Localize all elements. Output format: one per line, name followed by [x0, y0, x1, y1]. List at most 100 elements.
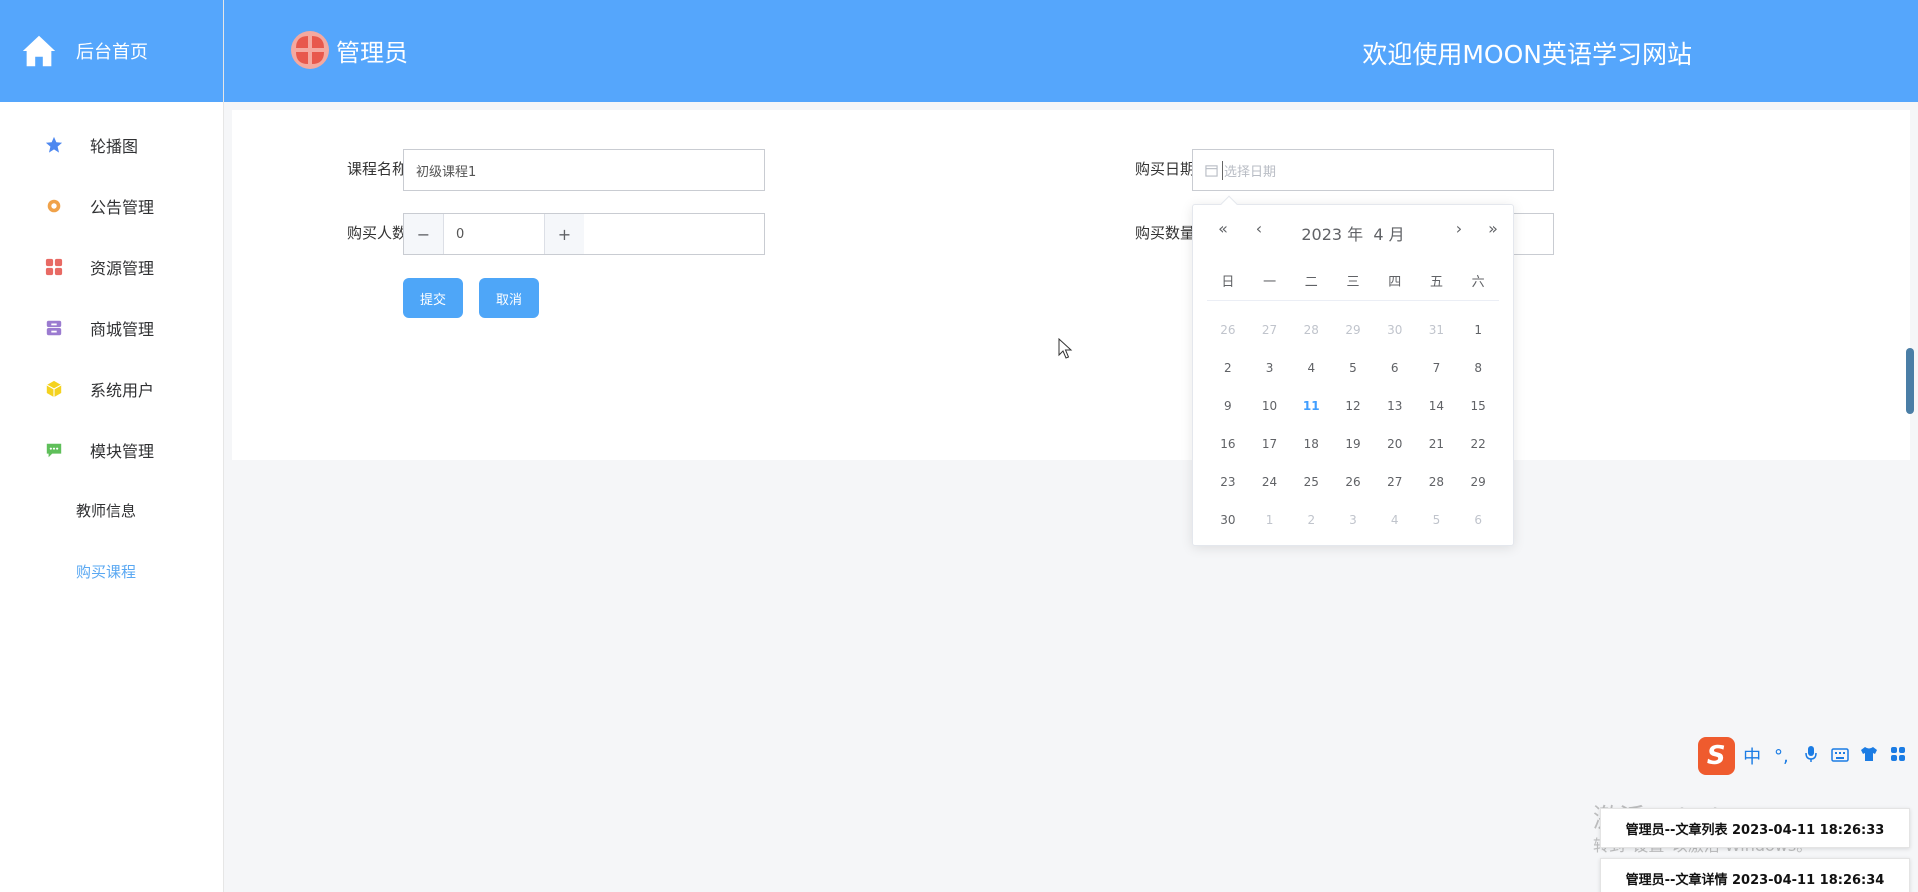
calendar-day[interactable]: 25	[1290, 463, 1332, 501]
ime-toolbar: S 中 °,	[1698, 736, 1918, 776]
calendar-day[interactable]: 3	[1332, 501, 1374, 539]
submit-button[interactable]: 提交	[403, 278, 463, 318]
calendar-day[interactable]: 6	[1457, 501, 1499, 539]
apps-icon[interactable]	[1889, 746, 1908, 767]
calendar-day[interactable]: 7	[1416, 349, 1458, 387]
calendar-day[interactable]: 21	[1416, 425, 1458, 463]
sidebar-item-label: 系统用户	[90, 380, 155, 400]
calendar-day[interactable]: 26	[1207, 311, 1249, 349]
keyboard-icon[interactable]	[1830, 746, 1849, 767]
ime-mode-toggle[interactable]: 中	[1743, 743, 1762, 769]
increment-button[interactable]: +	[544, 214, 584, 254]
calendar-day[interactable]: 30	[1374, 311, 1416, 349]
calendar-day[interactable]: 23	[1207, 463, 1249, 501]
calendar-day[interactable]: 16	[1207, 425, 1249, 463]
sidebar-item-announcements[interactable]: 公告管理	[0, 175, 223, 236]
calendar-day[interactable]: 2	[1207, 349, 1249, 387]
calendar-icon	[1205, 164, 1218, 177]
date-input[interactable]: 选择日期	[1192, 149, 1554, 191]
buyers-stepper: − 0 +	[403, 213, 765, 255]
shirt-icon[interactable]	[1860, 746, 1879, 767]
calendar-day[interactable]: 18	[1290, 425, 1332, 463]
sidebar-item-teachers[interactable]: 教师信息	[0, 480, 223, 541]
calendar-day[interactable]: 28	[1416, 463, 1458, 501]
notification-toast[interactable]: 管理员--文章列表 2023-04-11 18:26:33	[1600, 808, 1910, 848]
grid-icon	[44, 257, 64, 277]
sidebar-item-label: 教师信息	[76, 502, 137, 520]
archive-icon	[44, 318, 64, 338]
top-header: 管理员 欢迎使用MOON英语学习网站	[224, 0, 1918, 102]
calendar-day[interactable]: 20	[1374, 425, 1416, 463]
weekday-label: 三	[1346, 275, 1360, 290]
date-picker-panel: « ‹ 2023 年 4 月 › » 日 一 二 三 四 五 六 26 27 28 2…	[1192, 195, 1514, 546]
notification-toast[interactable]: 管理员--文章详情 2023-04-11 18:26:34	[1600, 858, 1910, 892]
sidebar-item-shop[interactable]: 商城管理	[0, 297, 223, 358]
user-label: 管理员	[336, 38, 408, 67]
calendar-day[interactable]: 12	[1332, 387, 1374, 425]
sidebar-item-label: 模块管理	[90, 441, 155, 461]
calendar-day[interactable]: 3	[1249, 349, 1291, 387]
cancel-button[interactable]: 取消	[479, 278, 539, 318]
calendar-day[interactable]: 29	[1457, 463, 1499, 501]
sidebar-menu: 轮播图 公告管理 资源管理 商城管理 系统用户 模块管理 教师信息 购买课程	[0, 102, 223, 602]
calendar-day[interactable]: 22	[1457, 425, 1499, 463]
sidebar-brand[interactable]: 后台首页	[0, 0, 223, 102]
calendar-day[interactable]: 14	[1416, 387, 1458, 425]
calendar-day[interactable]: 5	[1332, 349, 1374, 387]
sogou-logo-icon[interactable]: S	[1698, 737, 1735, 775]
brand-label: 后台首页	[76, 42, 148, 63]
chat-icon	[44, 440, 64, 460]
calendar-day[interactable]: 4	[1290, 349, 1332, 387]
calendar-day[interactable]: 27	[1249, 311, 1291, 349]
calendar-day[interactable]: 24	[1249, 463, 1291, 501]
user-menu[interactable]: 管理员	[290, 30, 408, 70]
sidebar-item-users[interactable]: 系统用户	[0, 358, 223, 419]
calendar-day[interactable]: 30	[1207, 501, 1249, 539]
calendar-days-grid: 26 27 28 29 30 31 1 2 3 4 5 6 7 8 9 10 11 12 13 14 15 16 17 18 1…	[1207, 311, 1499, 539]
calendar-day[interactable]: 29	[1332, 311, 1374, 349]
weekday-label: 二	[1304, 275, 1318, 290]
sidebar-item-buy-course[interactable]: 购买课程	[0, 541, 223, 602]
calendar-day[interactable]: 27	[1374, 463, 1416, 501]
calendar-day[interactable]: 5	[1416, 501, 1458, 539]
calendar-day[interactable]: 6	[1374, 349, 1416, 387]
calendar-day[interactable]: 10	[1249, 387, 1291, 425]
calendar-day[interactable]: 1	[1457, 311, 1499, 349]
calendar-day[interactable]: 19	[1332, 425, 1374, 463]
calendar-day[interactable]: 31	[1416, 311, 1458, 349]
sidebar-item-label: 商城管理	[90, 319, 155, 339]
calendar-day[interactable]: 9	[1207, 387, 1249, 425]
calendar-day[interactable]: 15	[1457, 387, 1499, 425]
calendar-day[interactable]: 28	[1290, 311, 1332, 349]
weekday-label: 日	[1221, 275, 1235, 290]
sidebar-item-carousel[interactable]: 轮播图	[0, 114, 223, 175]
calendar-day-today[interactable]: 11	[1290, 387, 1332, 425]
weekday-header: 日 一 二 三 四 五 六	[1207, 271, 1499, 301]
welcome-title: 欢迎使用MOON英语学习网站	[1362, 40, 1692, 69]
calendar-day[interactable]: 17	[1249, 425, 1291, 463]
calendar-day[interactable]: 26	[1332, 463, 1374, 501]
decrement-button[interactable]: −	[404, 214, 444, 254]
star-icon	[44, 135, 64, 155]
microphone-icon[interactable]	[1801, 745, 1820, 768]
course-name-input[interactable]: 初级课程1	[403, 149, 765, 191]
sidebar: 后台首页 轮播图 公告管理 资源管理 商城管理 系统用户 模块管理 教师信息 购…	[0, 0, 224, 892]
form-card: 课程名称: 初级课程1 购买人数: − 0 + 提交 取消 购买日期: 选择日期…	[232, 110, 1910, 460]
sidebar-item-resources[interactable]: 资源管理	[0, 236, 223, 297]
sidebar-item-label: 轮播图	[90, 136, 139, 156]
scrollbar-handle[interactable]	[1906, 348, 1914, 414]
next-year-button[interactable]: »	[1481, 219, 1505, 238]
ime-punct-toggle[interactable]: °,	[1772, 746, 1791, 767]
sidebar-item-label: 资源管理	[90, 258, 155, 278]
date-placeholder: 选择日期	[1222, 160, 1276, 180]
calendar-day[interactable]: 1	[1249, 501, 1291, 539]
calendar-day[interactable]: 13	[1374, 387, 1416, 425]
buyers-value[interactable]: 0	[444, 227, 544, 242]
cube-icon	[44, 379, 64, 399]
weekday-label: 六	[1471, 275, 1485, 290]
next-month-button[interactable]: ›	[1447, 219, 1471, 238]
calendar-day[interactable]: 2	[1290, 501, 1332, 539]
calendar-day[interactable]: 4	[1374, 501, 1416, 539]
sidebar-item-modules[interactable]: 模块管理	[0, 419, 223, 480]
calendar-day[interactable]: 8	[1457, 349, 1499, 387]
